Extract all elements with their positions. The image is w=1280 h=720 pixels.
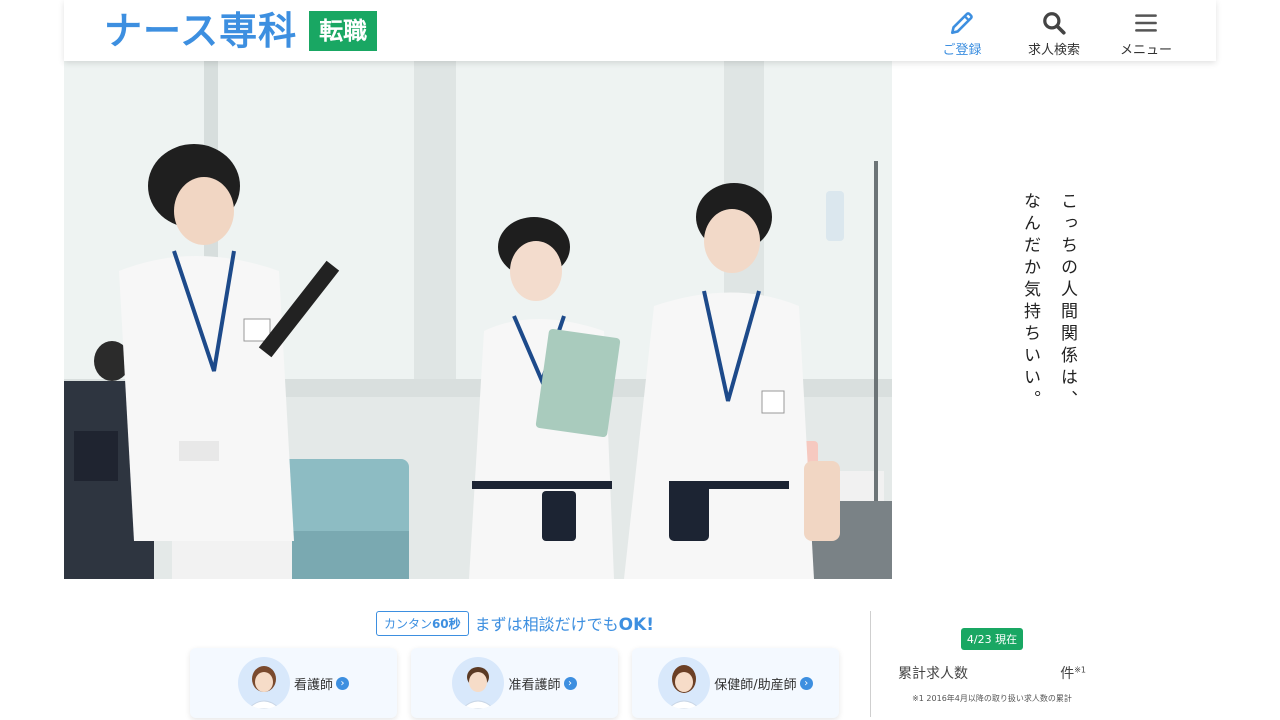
stat-row: 累計求人数 件※1 (898, 663, 1086, 683)
hamburger-menu-icon (1135, 14, 1157, 32)
stat-unit-text: 件 (1060, 666, 1075, 682)
profession-cards: 看護師 › 准看護師 › 保健師/助産師 › (190, 648, 840, 718)
consult-cta: カンタン60秒 まずは相談だけでもOK! 看護師 › 准看護師 › 保健師/助産… (190, 610, 840, 718)
stat-unit: 件※1 (1060, 663, 1086, 683)
stat-note-mark: ※1 (1074, 665, 1086, 675)
card-label: 看護師 (293, 677, 333, 693)
cta-text-main: まずは相談だけでも (474, 615, 619, 634)
menu-nav-button[interactable]: メニュー (1100, 0, 1192, 61)
catchphrase-line-1: こっちの人間関係は、 (1057, 192, 1077, 412)
profession-card-public-health-nurse[interactable]: 保健師/助産師 › (632, 648, 839, 718)
job-stats: 4/23 現在 累計求人数 件※1 ※1 2016年4月以降の取り扱い求人数の累… (898, 628, 1086, 704)
cta-header: カンタン60秒 まずは相談だけでもOK! (190, 610, 840, 636)
badge-prefix: カンタン (383, 616, 432, 631)
badge-value: 60秒 (431, 616, 461, 631)
quick-60sec-badge: カンタン60秒 (375, 610, 469, 636)
section-divider (870, 611, 871, 717)
date-badge: 4/23 現在 (961, 628, 1023, 650)
logo-badge: 転職 (309, 11, 378, 51)
nav-label-menu: メニュー (1119, 43, 1172, 58)
catchphrase-line-2: なんだか気持ちいい。 (1020, 192, 1040, 412)
pencil-icon (950, 12, 973, 35)
site-header: ナース専科 転職 ご登録 求人検索 メニュー (64, 0, 1216, 61)
card-label: 准看護師 (508, 677, 561, 693)
card-label: 保健師/助産師 (714, 677, 797, 693)
logo-text: ナース専科 (104, 9, 298, 53)
search-icon (1043, 12, 1066, 35)
hero-catchphrase: こっちの人間関係は、 なんだか気持ちいい。 (1018, 192, 1080, 412)
public-health-nurse-avatar (658, 657, 711, 709)
nav-label-register: ご登録 (942, 43, 982, 58)
header-nav: ご登録 求人検索 メニュー (916, 0, 1192, 61)
site-logo[interactable]: ナース専科 転職 (104, 9, 378, 53)
chevron-right-icon: › (799, 676, 813, 690)
register-nav-button[interactable]: ご登録 (916, 0, 1008, 61)
chevron-right-icon: › (563, 676, 577, 690)
profession-card-nurse[interactable]: 看護師 › (190, 648, 397, 718)
hero-illustration (64, 61, 892, 579)
cta-text-emphasis: OK! (618, 615, 655, 635)
job-search-nav-button[interactable]: 求人検索 (1008, 0, 1100, 61)
hero-photo (64, 61, 892, 579)
nurse-avatar (237, 657, 290, 709)
profession-card-assistant-nurse[interactable]: 准看護師 › (411, 648, 618, 718)
chevron-right-icon: › (336, 676, 349, 690)
stat-label: 累計求人数 (898, 666, 968, 682)
cta-text: まずは相談だけでもOK! (475, 611, 654, 635)
stat-footnote: ※1 2016年4月以降の取り扱い求人数の累計 (912, 694, 1072, 703)
nav-label-search: 求人検索 (1027, 43, 1080, 58)
assistant-nurse-avatar (452, 657, 505, 709)
